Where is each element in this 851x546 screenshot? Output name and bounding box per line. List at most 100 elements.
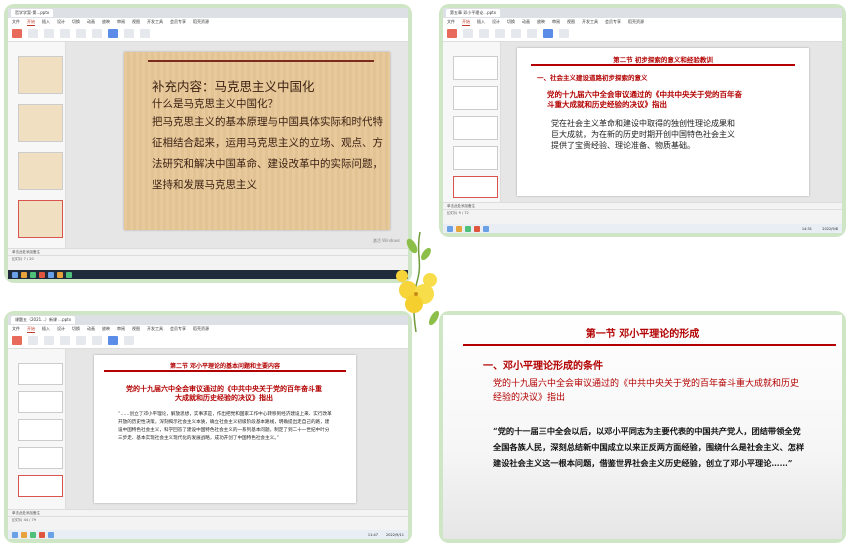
layout-icon[interactable] bbox=[479, 29, 489, 38]
shape-icon[interactable] bbox=[543, 29, 553, 38]
slide-thumbnail[interactable] bbox=[18, 447, 63, 469]
menu-review[interactable]: 审阅 bbox=[117, 18, 125, 26]
menu-animation[interactable]: 动画 bbox=[522, 18, 530, 26]
wechat-icon[interactable] bbox=[465, 225, 471, 232]
start-icon[interactable] bbox=[12, 271, 18, 278]
arrange-icon[interactable] bbox=[559, 29, 569, 38]
document-tab[interactable]: 课题五（2021...）新课 ...pptx bbox=[11, 316, 76, 324]
shape-icon[interactable] bbox=[108, 336, 118, 345]
menu-design[interactable]: 设计 bbox=[57, 325, 65, 333]
slide-thumbnail[interactable] bbox=[18, 363, 63, 385]
menu-transition[interactable]: 切换 bbox=[72, 18, 80, 26]
new-slide-icon[interactable] bbox=[463, 29, 473, 38]
menu-file[interactable]: 文件 bbox=[12, 18, 20, 26]
wechat-icon[interactable] bbox=[30, 271, 36, 278]
paste-icon[interactable] bbox=[12, 29, 22, 38]
align-icon[interactable] bbox=[92, 29, 102, 38]
slide-thumbnail[interactable] bbox=[453, 56, 498, 80]
menu-review[interactable]: 审阅 bbox=[117, 325, 125, 333]
font-icon[interactable] bbox=[60, 29, 70, 38]
document-tab[interactable]: 第五章 邓小平理论...pptx bbox=[446, 9, 501, 17]
notes-bar[interactable]: 单击此处添加备注 bbox=[8, 509, 408, 516]
wps-icon[interactable] bbox=[474, 225, 480, 232]
paste-icon[interactable] bbox=[447, 29, 457, 38]
app-icon[interactable] bbox=[57, 271, 63, 278]
browser-icon[interactable] bbox=[48, 271, 54, 278]
menu-home[interactable]: 开始 bbox=[27, 18, 35, 26]
menu-file[interactable]: 文件 bbox=[447, 18, 455, 26]
menu-docer[interactable]: 稻壳资源 bbox=[628, 18, 644, 26]
slide-thumbnail[interactable] bbox=[18, 104, 63, 142]
slide-thumbnail[interactable] bbox=[453, 146, 498, 170]
wechat-icon[interactable] bbox=[30, 531, 36, 538]
wps-icon[interactable] bbox=[39, 271, 45, 278]
menu-docer[interactable]: 稻壳资源 bbox=[193, 325, 209, 333]
menu-slideshow[interactable]: 放映 bbox=[537, 18, 545, 26]
font-icon[interactable] bbox=[60, 336, 70, 345]
menu-docer[interactable]: 稻壳资源 bbox=[193, 18, 209, 26]
status-bar: 幻灯片 7 / 20 bbox=[8, 255, 408, 262]
document-tab[interactable]: 哲学学案-第...pptx bbox=[11, 9, 54, 17]
slide-thumbnail[interactable] bbox=[18, 152, 63, 190]
menu-developer[interactable]: 开发工具 bbox=[582, 18, 598, 26]
font-icon[interactable] bbox=[495, 29, 505, 38]
menu-file[interactable]: 文件 bbox=[12, 325, 20, 333]
slide-thumbnail-selected[interactable] bbox=[453, 176, 498, 198]
menu-slideshow[interactable]: 放映 bbox=[102, 18, 110, 26]
align-icon[interactable] bbox=[527, 29, 537, 38]
menu-member[interactable]: 会员专享 bbox=[170, 325, 186, 333]
align-icon[interactable] bbox=[92, 336, 102, 345]
layout-icon[interactable] bbox=[44, 29, 54, 38]
menu-home[interactable]: 开始 bbox=[462, 18, 470, 26]
shape-icon[interactable] bbox=[108, 29, 118, 38]
slide-thumbnail-selected[interactable] bbox=[18, 200, 63, 238]
menu-review[interactable]: 审阅 bbox=[552, 18, 560, 26]
menu-developer[interactable]: 开发工具 bbox=[147, 325, 163, 333]
folder-icon[interactable] bbox=[21, 531, 27, 538]
menu-insert[interactable]: 插入 bbox=[477, 18, 485, 26]
menu-view[interactable]: 视图 bbox=[132, 18, 140, 26]
menu-developer[interactable]: 开发工具 bbox=[147, 18, 163, 26]
arrange-icon[interactable] bbox=[124, 336, 134, 345]
menu-animation[interactable]: 动画 bbox=[87, 18, 95, 26]
menu-insert[interactable]: 插入 bbox=[42, 325, 50, 333]
folder-icon[interactable] bbox=[21, 271, 27, 278]
browser-icon[interactable] bbox=[483, 225, 489, 232]
notes-bar[interactable]: 单击此处添加备注 bbox=[443, 202, 842, 209]
menu-transition[interactable]: 切换 bbox=[507, 18, 515, 26]
bold-icon[interactable] bbox=[76, 336, 86, 345]
new-slide-icon[interactable] bbox=[28, 29, 38, 38]
bold-icon[interactable] bbox=[76, 29, 86, 38]
menu-transition[interactable]: 切换 bbox=[72, 325, 80, 333]
layout-icon[interactable] bbox=[44, 336, 54, 345]
menu-view[interactable]: 视图 bbox=[567, 18, 575, 26]
bold-icon[interactable] bbox=[511, 29, 521, 38]
menu-animation[interactable]: 动画 bbox=[87, 325, 95, 333]
slide-thumbnail[interactable] bbox=[453, 116, 498, 140]
menu-insert[interactable]: 插入 bbox=[42, 18, 50, 26]
slide-thumbnail[interactable] bbox=[18, 56, 63, 94]
arrange-icon[interactable] bbox=[124, 29, 134, 38]
app-icon[interactable] bbox=[66, 271, 72, 278]
slide-thumbnail-selected[interactable] bbox=[18, 475, 63, 497]
wps-icon[interactable] bbox=[39, 531, 45, 538]
find-icon[interactable] bbox=[140, 29, 150, 38]
slide-thumbnail[interactable] bbox=[18, 419, 63, 441]
start-icon[interactable] bbox=[12, 531, 18, 538]
new-slide-icon[interactable] bbox=[28, 336, 38, 345]
menu-slideshow[interactable]: 放映 bbox=[102, 325, 110, 333]
start-icon[interactable] bbox=[447, 225, 453, 232]
paste-icon[interactable] bbox=[12, 336, 22, 345]
notes-bar[interactable]: 单击此处添加备注 bbox=[8, 248, 408, 255]
menu-view[interactable]: 视图 bbox=[132, 325, 140, 333]
date: 2022/9/11 bbox=[386, 532, 404, 537]
menu-home[interactable]: 开始 bbox=[27, 325, 35, 333]
menu-member[interactable]: 会员专享 bbox=[170, 18, 186, 26]
slide-thumbnail[interactable] bbox=[453, 86, 498, 110]
menu-design[interactable]: 设计 bbox=[57, 18, 65, 26]
slide-thumbnail[interactable] bbox=[18, 391, 63, 413]
menu-member[interactable]: 会员专享 bbox=[605, 18, 621, 26]
folder-icon[interactable] bbox=[456, 225, 462, 232]
menu-design[interactable]: 设计 bbox=[492, 18, 500, 26]
browser-icon[interactable] bbox=[48, 531, 54, 538]
